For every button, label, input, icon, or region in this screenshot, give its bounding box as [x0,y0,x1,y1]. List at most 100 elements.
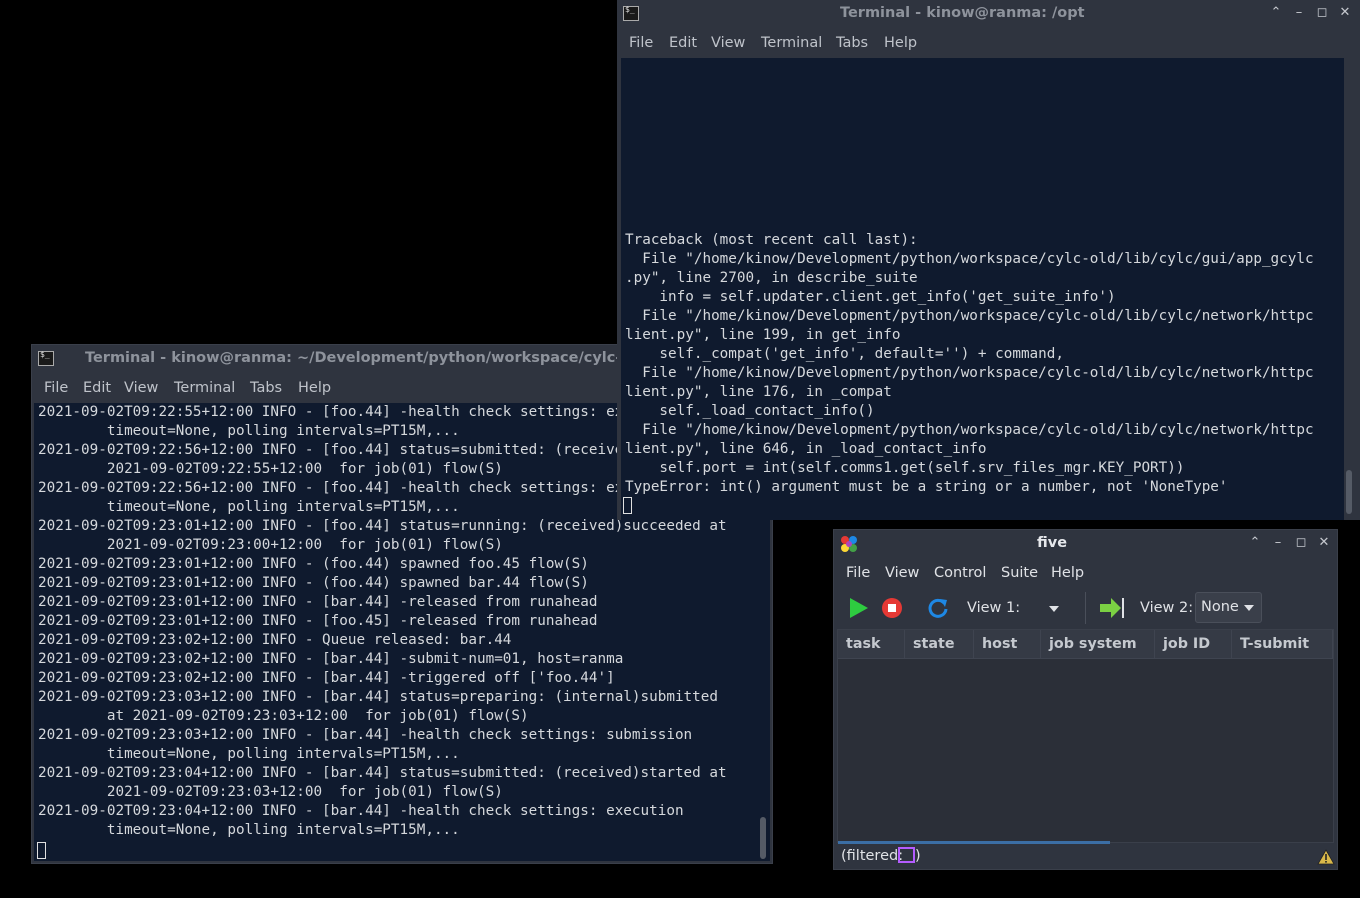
view1-label: View 1: [967,600,1021,616]
terminal-line: 2021-09-02T09:23:03+12:00 for job(01) fl… [38,784,503,800]
view2-dropdown[interactable]: None [1195,592,1262,623]
gcylc-titlebar[interactable]: five ⌃ – ◻ ✕ [834,530,1337,558]
gcylc-window[interactable]: five ⌃ – ◻ ✕ File View Control Suite Hel… [833,529,1338,870]
table-header: task state host job system job ID T-subm… [838,630,1333,659]
terminal-line: 2021-09-02T09:23:03+12:00 INFO - [bar.44… [38,727,693,743]
terminal-line: timeout=None, polling intervals=PT15M,..… [38,746,460,762]
menu-edit[interactable]: Edit [83,380,111,396]
terminal-line: lient.py", line 646, in _load_contact_in… [625,441,987,457]
terminal-line: 2021-09-02T09:23:01+12:00 INFO - (foo.44… [38,575,589,591]
warning-icon[interactable] [1317,849,1335,865]
column-task[interactable]: task [838,630,905,658]
menu-file[interactable]: File [846,565,870,581]
right-terminal-titlebar[interactable]: Terminal - kinow@ranma: /opt ⌃ – ◻ ✕ [617,0,1360,28]
terminal-line: lient.py", line 176, in _compat [625,384,892,400]
terminal-line: File "/home/kinow/Development/python/wor… [625,365,1314,381]
close-icon[interactable]: ✕ [1316,535,1332,551]
task-table[interactable]: task state host job system job ID T-subm… [837,629,1334,843]
right-terminal-title: Terminal - kinow@ranma: /opt [840,5,1085,21]
terminal-line: 2021-09-02T09:22:55+12:00 for job(01) fl… [38,461,503,477]
column-job-id[interactable]: job ID [1155,630,1232,658]
terminal-line: 2021-09-02T09:23:01+12:00 INFO - [foo.45… [38,613,598,629]
menu-file[interactable]: File [629,35,653,51]
terminal-line: timeout=None, polling intervals=PT15M,..… [38,822,460,838]
maximize-up-icon[interactable]: ⌃ [1247,535,1263,551]
terminal-line: .py", line 2700, in describe_suite [625,270,918,286]
minimize-icon[interactable]: – [1270,535,1286,551]
menu-help[interactable]: Help [884,35,917,51]
filter-box[interactable] [898,847,915,863]
reload-icon[interactable] [927,597,949,619]
terminal-line: Traceback (most recent call last): [625,232,918,248]
right-terminal-output[interactable]: Traceback (most recent call last): File … [621,58,1344,520]
left-terminal-scrollbar[interactable] [760,817,766,859]
terminal-line: 2021-09-02T09:23:02+12:00 INFO - [bar.44… [38,651,624,667]
right-terminal-window[interactable]: Terminal - kinow@ranma: /opt ⌃ – ◻ ✕ Fil… [617,0,1360,520]
maximize-icon[interactable]: ◻ [1293,535,1309,551]
right-terminal-scrollbar[interactable] [1346,470,1352,514]
terminal-line: at 2021-09-02T09:23:03+12:00 for job(01)… [38,708,529,724]
menu-edit[interactable]: Edit [669,35,697,51]
filter-status-prefix: (filtered: [841,848,904,864]
column-host[interactable]: host [974,630,1041,658]
cylc-logo-icon [841,536,857,552]
minimize-icon[interactable]: – [1291,5,1307,21]
terminal-line: File "/home/kinow/Development/python/wor… [625,251,1314,267]
menu-terminal[interactable]: Terminal [761,35,822,51]
terminal-line: lient.py", line 199, in get_info [625,327,901,343]
menu-help[interactable]: Help [298,380,331,396]
terminal-icon [38,350,54,366]
terminal-cursor [37,842,46,859]
toolbar-separator [1085,592,1086,624]
terminal-icon [623,5,639,21]
terminal-line: 2021-09-02T09:23:02+12:00 INFO - Queue r… [38,632,512,648]
terminal-line: timeout=None, polling intervals=PT15M,..… [38,423,460,439]
view2-label: View 2: [1140,600,1194,616]
terminal-line: timeout=None, polling intervals=PT15M,..… [38,499,460,515]
terminal-line: File "/home/kinow/Development/python/wor… [625,308,1314,324]
maximize-icon[interactable]: ◻ [1314,5,1330,21]
gcylc-toolbar: View 1: View 2: None [834,588,1337,628]
column-t-submit[interactable]: T-submit [1232,630,1333,658]
go-arrow-icon[interactable] [1099,597,1125,619]
maximize-up-icon[interactable]: ⌃ [1268,5,1284,21]
stop-icon[interactable] [881,597,903,619]
terminal-line: 2021-09-02T09:23:03+12:00 INFO - [bar.44… [38,689,718,705]
terminal-line: self.port = int(self.comms1.get(self.srv… [625,460,1185,476]
terminal-line: info = self.updater.client.get_info('get… [625,289,1116,305]
terminal-line: 2021-09-02T09:23:04+12:00 INFO - [bar.44… [38,803,684,819]
gcylc-statusbar: (filtered: ) [834,844,1337,869]
chevron-down-icon [1049,606,1059,612]
terminal-cursor [623,497,632,514]
terminal-line: self._load_contact_info() [625,403,875,419]
menu-view[interactable]: View [711,35,745,51]
left-terminal-title: Terminal - kinow@ranma: ~/Development/py… [85,350,656,366]
view2-value: None [1201,599,1239,615]
column-job-system[interactable]: job system [1041,630,1155,658]
terminal-line: 2021-09-02T09:23:00+12:00 for job(01) fl… [38,537,503,553]
terminal-line: TypeError: int() argument must be a stri… [625,479,1228,495]
menu-view[interactable]: View [885,565,919,581]
terminal-line: File "/home/kinow/Development/python/wor… [625,422,1314,438]
menu-terminal[interactable]: Terminal [174,380,235,396]
menu-view[interactable]: View [124,380,158,396]
menu-tabs[interactable]: Tabs [836,35,868,51]
right-terminal-menubar: File Edit View Terminal Tabs Help [617,28,1360,57]
menu-tabs[interactable]: Tabs [250,380,282,396]
gcylc-menubar: File View Control Suite Help [834,558,1337,587]
column-state[interactable]: state [905,630,974,658]
menu-suite[interactable]: Suite [1001,565,1038,581]
menu-help[interactable]: Help [1051,565,1084,581]
view1-dropdown[interactable] [1034,595,1074,623]
terminal-line: self._compat('get_info', default='') + c… [625,346,1064,362]
menu-control[interactable]: Control [934,565,986,581]
gcylc-title: five [1037,535,1068,551]
menu-file[interactable]: File [44,380,68,396]
chevron-down-icon [1244,605,1254,611]
terminal-line: 2021-09-02T09:23:01+12:00 INFO - (foo.44… [38,556,589,572]
terminal-line: 2021-09-02T09:23:02+12:00 INFO - [bar.44… [38,670,615,686]
close-icon[interactable]: ✕ [1337,5,1353,21]
filter-status-suffix: ) [915,848,921,864]
play-icon[interactable] [847,597,869,619]
terminal-line: 2021-09-02T09:23:01+12:00 INFO - [bar.44… [38,594,598,610]
